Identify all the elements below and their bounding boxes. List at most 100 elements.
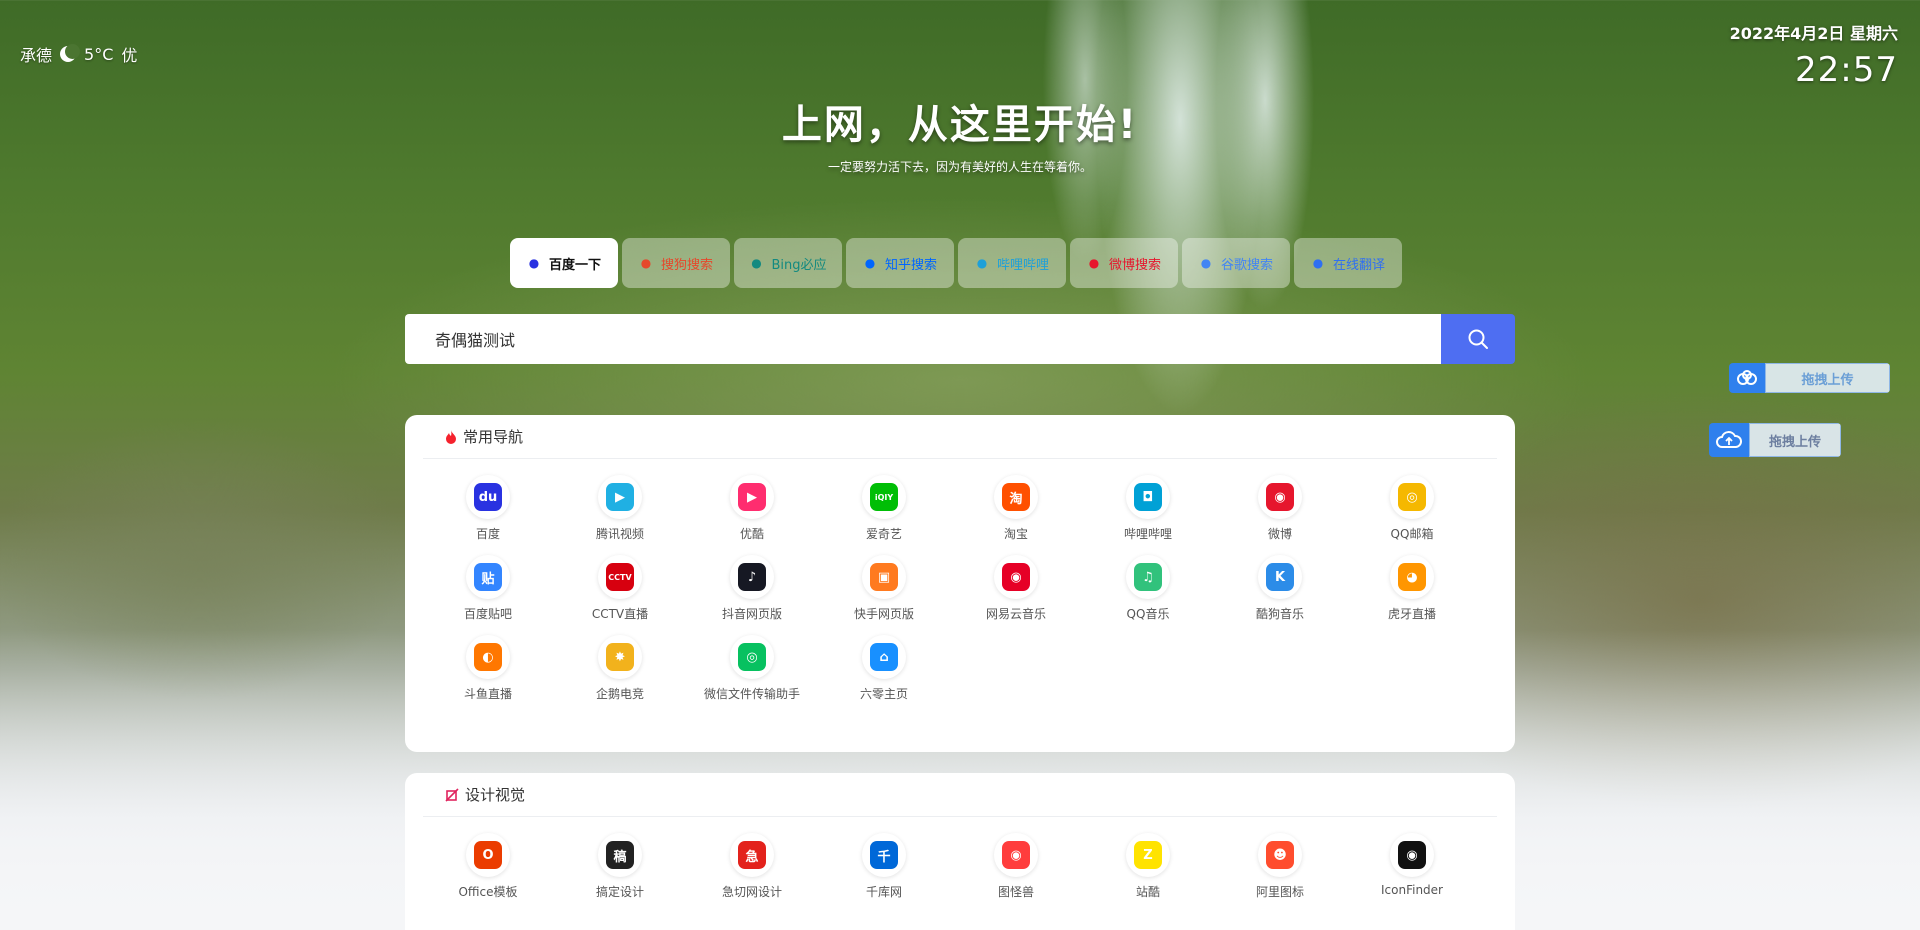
nav-icon-wrapper: ▶ bbox=[598, 475, 642, 519]
baidu-netdisk-icon bbox=[1729, 363, 1765, 393]
nav-item-label: 企鹅电竞 bbox=[595, 687, 644, 701]
search-input[interactable] bbox=[405, 314, 1441, 364]
nav-item-tieba[interactable]: 贴百度贴吧 bbox=[422, 555, 554, 622]
home-icon: ⌂ bbox=[870, 643, 898, 671]
nav-item-label: QQ邮箱 bbox=[1390, 527, 1434, 541]
section-header: 设计视觉 bbox=[423, 773, 1497, 817]
search-button[interactable] bbox=[1441, 314, 1515, 364]
cloud-upload-icon bbox=[1709, 423, 1749, 457]
taobao-icon: 淘 bbox=[1002, 483, 1030, 511]
hero-title: 上网，从这里开始! bbox=[781, 102, 1139, 148]
search-tab-label: Bing必应 bbox=[771, 257, 827, 273]
moon-icon bbox=[60, 44, 81, 62]
nav-icon-wrapper: ◘ bbox=[1126, 475, 1170, 519]
nav-icon-wrapper: 淘 bbox=[994, 475, 1038, 519]
cloud-upload[interactable]: 拖拽上传 bbox=[1709, 423, 1841, 457]
nav-item-kugou[interactable]: K 酷狗音乐 bbox=[1214, 555, 1346, 622]
nav-item-bilibili[interactable]: ◘ 哔哩哔哩 bbox=[1082, 475, 1214, 542]
nav-item-tencent-video[interactable]: ▶ 腾讯视频 bbox=[554, 475, 686, 542]
nav-item-penguin-esports[interactable]: ✸ 企鹅电竞 bbox=[554, 635, 686, 702]
nav-item-label: Office模板 bbox=[458, 885, 518, 899]
clock-date: 2022年4月2日 星期六 bbox=[1729, 24, 1898, 43]
search-tab-google[interactable]: ● 谷歌搜索 bbox=[1182, 238, 1290, 288]
jiqie-icon: 急 bbox=[738, 841, 766, 869]
zhihu-icon: ● bbox=[864, 256, 876, 270]
kuaishou-icon: ▣ bbox=[870, 563, 898, 591]
baidu-netdisk-upload[interactable]: 拖拽上传 bbox=[1729, 363, 1890, 393]
nav-icon-wrapper: 稿 bbox=[598, 833, 642, 877]
huya-icon: ◕ bbox=[1398, 563, 1426, 591]
nav-item-youku[interactable]: ▶ 优酷 bbox=[686, 475, 818, 542]
nav-item-huya[interactable]: ◕ 虎牙直播 bbox=[1346, 555, 1478, 622]
nav-item-iconfinder[interactable]: ◉ IconFinder bbox=[1346, 833, 1478, 900]
nav-item-home[interactable]: ⌂ 六零主页 bbox=[818, 635, 950, 702]
nav-item-label: 急切网设计 bbox=[721, 885, 782, 899]
search-bar bbox=[405, 314, 1515, 364]
nav-item-qianku[interactable]: 千千库网 bbox=[818, 833, 950, 900]
weather-widget[interactable]: 承德 5°C 优 bbox=[20, 42, 137, 66]
nav-grid: O Office模板稿搞定设计急急切网设计千千库网 ◉ 图怪兽 Z 站酷 ☻ 阿里图标 ◉ Ico… bbox=[405, 817, 1515, 900]
hero: 上网，从这里开始! 一定要努力活下去，因为有美好的人生在等着你。 bbox=[0, 92, 1920, 175]
nav-item-gaoding[interactable]: 稿搞定设计 bbox=[554, 833, 686, 900]
nav-item-label: IconFinder bbox=[1381, 883, 1443, 897]
tieba-icon: 贴 bbox=[474, 563, 502, 591]
nav-item-jiqie[interactable]: 急急切网设计 bbox=[686, 833, 818, 900]
nav-item-douyu[interactable]: ◐ 斗鱼直播 bbox=[422, 635, 554, 702]
nav-item-zcool[interactable]: Z 站酷 bbox=[1082, 833, 1214, 900]
nav-item-tuguaishou[interactable]: ◉ 图怪兽 bbox=[950, 833, 1082, 900]
section-common-nav: 常用导航 du 百度 ▶ 腾讯视频 ▶ 优酷 iQIY 爱奇艺 淘淘宝 ◘ 哔哩哔哩 ◉ 微博 ◎ QQ邮箱… bbox=[405, 415, 1515, 752]
nav-item-label: 虎牙直播 bbox=[1387, 607, 1436, 621]
nav-item-weibo[interactable]: ◉ 微博 bbox=[1214, 475, 1346, 542]
nav-item-baidu[interactable]: du 百度 bbox=[422, 475, 554, 542]
search-tab-translate[interactable]: ● 在线翻译 bbox=[1294, 238, 1402, 288]
nav-item-iconfont[interactable]: ☻ 阿里图标 bbox=[1214, 833, 1346, 900]
search-tab-label: 谷歌搜索 bbox=[1220, 257, 1273, 273]
search-tab-zhihu[interactable]: ● 知乎搜索 bbox=[846, 238, 954, 288]
search-tab-sogou[interactable]: ● 搜狗搜索 bbox=[622, 238, 730, 288]
office-icon: O bbox=[474, 841, 502, 869]
tencent-video-icon: ▶ bbox=[606, 483, 634, 511]
nav-item-qq-mail[interactable]: ◎ QQ邮箱 bbox=[1346, 475, 1478, 542]
nav-item-qq-music[interactable]: ♫ QQ音乐 bbox=[1082, 555, 1214, 622]
search-tab-label: 搜狗搜索 bbox=[660, 257, 713, 273]
bilibili-icon: ● bbox=[976, 256, 988, 270]
nav-item-iqiyi[interactable]: iQIY 爱奇艺 bbox=[818, 475, 950, 542]
nav-item-douyin[interactable]: ♪ 抖音网页版 bbox=[686, 555, 818, 622]
nav-item-netease-music[interactable]: ◉ 网易云音乐 bbox=[950, 555, 1082, 622]
search-tab-bilibili[interactable]: ● 哔哩哔哩 bbox=[958, 238, 1066, 288]
kugou-icon: K bbox=[1266, 563, 1294, 591]
nav-item-office[interactable]: O Office模板 bbox=[422, 833, 554, 900]
nav-item-wechat[interactable]: ◎ 微信文件传输助手 bbox=[686, 635, 818, 702]
nav-item-label: 阿里图标 bbox=[1255, 885, 1304, 899]
search-tab-weibo[interactable]: ● 微博搜索 bbox=[1070, 238, 1178, 288]
search-engine-tabs: ● 百度一下 ● 搜狗搜索 ● Bing必应 ● 知乎搜索 ● 哔哩哔哩 ● 微博搜索 ● 谷歌搜索 ● 在线… bbox=[510, 238, 1402, 288]
penguin-esports-icon: ✸ bbox=[606, 643, 634, 671]
nav-item-label: 酷狗音乐 bbox=[1255, 607, 1304, 621]
baidu-icon: du bbox=[474, 483, 502, 511]
hero-subtitle: 一定要努力活下去，因为有美好的人生在等着你。 bbox=[827, 160, 1092, 174]
cctv-icon: CCTV bbox=[606, 563, 634, 591]
weather-city: 承德 bbox=[20, 46, 53, 65]
nav-item-cctv[interactable]: CCTV CCTV直播 bbox=[554, 555, 686, 622]
netease-music-icon: ◉ bbox=[1002, 563, 1030, 591]
search-tab-label: 微博搜索 bbox=[1108, 257, 1161, 273]
qianku-icon: 千 bbox=[870, 841, 898, 869]
weibo-icon: ◉ bbox=[1266, 483, 1294, 511]
nav-icon-wrapper: ▣ bbox=[862, 555, 906, 599]
search-tab-baidu-paw[interactable]: ● 百度一下 bbox=[510, 238, 618, 288]
upload-label: 拖拽上传 bbox=[1765, 363, 1890, 393]
iqiyi-icon: iQIY bbox=[870, 483, 898, 511]
air-quality: 优 bbox=[121, 46, 138, 65]
nav-item-label: 千库网 bbox=[865, 885, 902, 899]
nav-item-kuaishou[interactable]: ▣ 快手网页版 bbox=[818, 555, 950, 622]
nav-icon-wrapper: ◉ bbox=[1258, 475, 1302, 519]
nav-item-taobao[interactable]: 淘淘宝 bbox=[950, 475, 1082, 542]
nav-item-label: 快手网页版 bbox=[853, 607, 914, 621]
nav-grid: du 百度 ▶ 腾讯视频 ▶ 优酷 iQIY 爱奇艺 淘淘宝 ◘ 哔哩哔哩 ◉ 微博 ◎ QQ邮箱贴百度贴吧… bbox=[405, 459, 1515, 702]
nav-icon-wrapper: ✸ bbox=[598, 635, 642, 679]
nav-icon-wrapper: 急 bbox=[730, 833, 774, 877]
nav-item-label: 微信文件传输助手 bbox=[703, 687, 800, 701]
nav-icon-wrapper: ◉ bbox=[994, 833, 1038, 877]
search-tab-bing[interactable]: ● Bing必应 bbox=[734, 238, 842, 288]
nav-item-label: 搞定设计 bbox=[595, 885, 644, 899]
